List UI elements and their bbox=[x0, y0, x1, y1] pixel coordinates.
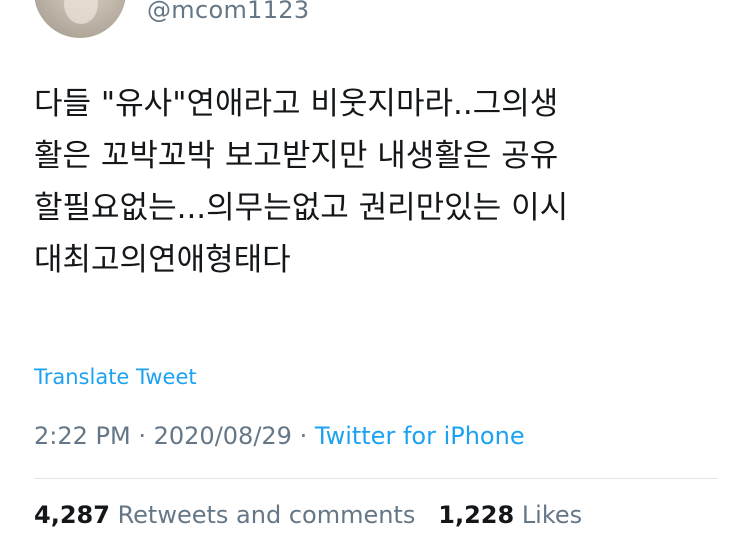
retweets-count[interactable]: 4,287 bbox=[34, 501, 110, 529]
tweet-text: 다들 "유사"연애라고 비웃지마라..그의생 활은 꼬박꼬박 보고받지만 내생활… bbox=[34, 86, 569, 278]
user-handle[interactable]: @mcom1123 bbox=[147, 0, 309, 24]
tweet-stats: 4,287 Retweets and comments 1,228 Likes bbox=[34, 501, 582, 529]
translate-tweet-link[interactable]: Translate Tweet bbox=[34, 365, 197, 389]
meta-separator: · bbox=[299, 422, 308, 450]
meta-separator: · bbox=[138, 422, 146, 450]
tweet-date[interactable]: 2020/08/29 bbox=[154, 422, 292, 450]
avatar-photo bbox=[64, 0, 98, 24]
avatar[interactable] bbox=[34, 0, 126, 38]
likes-count[interactable]: 1,228 bbox=[438, 501, 514, 529]
retweets-label[interactable]: Retweets and comments bbox=[118, 501, 416, 529]
likes-label[interactable]: Likes bbox=[522, 501, 582, 529]
tweet-source-link[interactable]: Twitter for iPhone bbox=[315, 422, 525, 450]
tweet-time: 2:22 PM bbox=[34, 422, 131, 450]
tweet-meta: 2:22 PM · 2020/08/29 · Twitter for iPhon… bbox=[34, 422, 525, 450]
divider bbox=[34, 478, 718, 479]
